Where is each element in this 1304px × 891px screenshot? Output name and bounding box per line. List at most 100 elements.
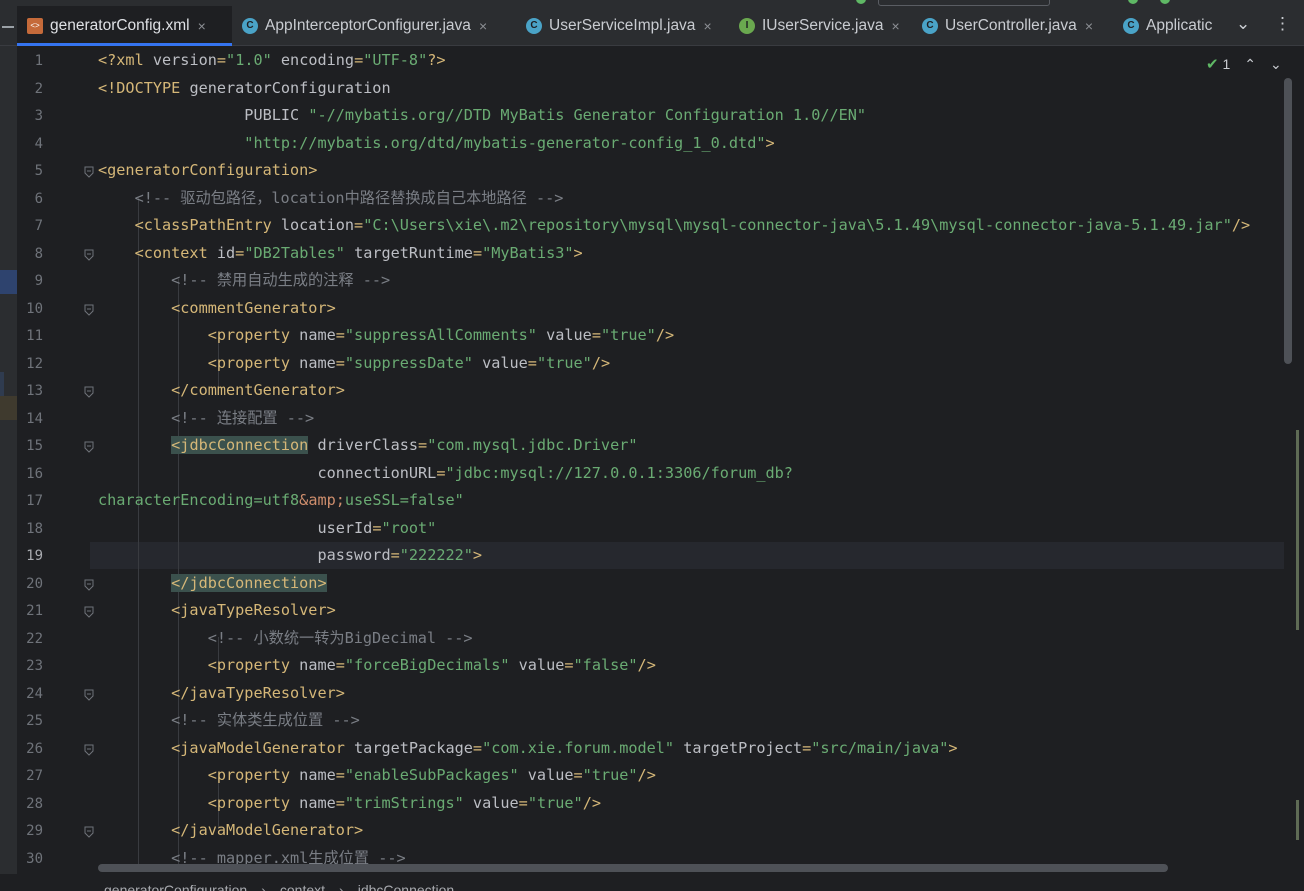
chevron-down-icon[interactable]: ⌄	[1236, 14, 1250, 34]
code-line[interactable]: <classPathEntry location="C:\Users\xie\.…	[98, 212, 1251, 239]
code-line[interactable]: characterEncoding=utf8&amp;useSSL=false"	[98, 487, 464, 514]
code-line[interactable]: <javaModelGenerator targetPackage="com.x…	[98, 735, 957, 762]
code-line[interactable]: <property name="suppressAllComments" val…	[98, 322, 674, 349]
java-class-icon: C	[1123, 17, 1139, 34]
code-line[interactable]: <property name="enableSubPackages" value…	[98, 762, 656, 789]
code-line[interactable]: </commentGenerator>	[98, 377, 345, 404]
code-line[interactable]: <!-- 禁用自动生成的注释 -->	[98, 267, 390, 294]
close-icon[interactable]: ×	[479, 18, 487, 34]
close-icon[interactable]: ×	[703, 18, 711, 34]
line-number: 15	[26, 438, 43, 454]
code-line[interactable]: <property name="forceBigDecimals" value=…	[98, 652, 656, 679]
code-token: <jdbcConnection	[171, 436, 309, 454]
tab-usercontroller-java[interactable]: C UserController.java ×	[912, 6, 1113, 45]
vcs-icon[interactable]	[856, 0, 866, 4]
line-number: 5	[34, 163, 43, 179]
tab-userserviceimpl-java[interactable]: C UserServiceImpl.java ×	[516, 6, 729, 45]
code-token: "com.mysql.jdbc.Driver"	[427, 436, 638, 454]
code-line[interactable]: <!-- 实体类生成位置 -->	[98, 707, 360, 734]
code-line[interactable]: <javaTypeResolver>	[98, 597, 336, 624]
code-token: name	[299, 326, 336, 344]
line-number: 27	[26, 768, 43, 784]
code-token: "trimStrings"	[344, 793, 464, 812]
code-line[interactable]: <generatorConfiguration>	[98, 157, 317, 184]
code-line[interactable]: <!DOCTYPE generatorConfiguration	[98, 75, 391, 102]
code-token: <!-- 实体类生成位置 -->	[98, 711, 360, 729]
code-line[interactable]: </javaTypeResolver>	[98, 680, 345, 707]
code-token: <generatorConfiguration>	[98, 161, 318, 179]
tab-appinterceptorconfigurer-java[interactable]: C AppInterceptorConfigurer.java ×	[232, 6, 515, 45]
java-interface-icon: I	[739, 17, 755, 34]
tab-label: UserServiceImpl.java	[549, 16, 696, 34]
code-line[interactable]: <?xml version="1.0" encoding="UTF-8"?>	[98, 47, 446, 74]
next-highlight-icon[interactable]: ⌄	[1270, 56, 1282, 73]
code-line[interactable]: <jdbcConnection driverClass="com.mysql.j…	[98, 432, 638, 459]
horizontal-scrollbar-thumb[interactable]	[98, 864, 1168, 872]
tab-label: IUserService.java	[762, 16, 884, 34]
code-line[interactable]: PUBLIC "-//mybatis.org//DTD MyBatis Gene…	[98, 102, 866, 129]
code-token: =	[235, 243, 245, 262]
run-icon[interactable]	[1160, 0, 1170, 4]
code-line[interactable]: <!-- 连接配置 -->	[98, 405, 314, 432]
code-token: "suppressDate"	[344, 353, 473, 372]
line-number-gutter[interactable]: 1 2 3 4 5 6 7 8 9 10 11 12 13 14 15 16 17 18 19 20 21 22 23 24 2…	[17, 46, 94, 868]
code-token: "root"	[381, 518, 437, 537]
code-token: value	[463, 793, 519, 812]
code-token: <classPathEntry	[98, 216, 281, 234]
more-actions-icon[interactable]: ⋮	[1274, 14, 1291, 34]
code-token: =	[216, 51, 227, 69]
code-line[interactable]: <property name="trimStrings" value="true…	[98, 790, 601, 817]
tab-iuserservice-java[interactable]: I IUserService.java ×	[729, 6, 912, 45]
code-token: />	[1231, 216, 1251, 234]
selected-tree-row[interactable]	[0, 270, 17, 294]
code-token: name	[299, 766, 336, 784]
project-panel-collapse[interactable]	[0, 6, 17, 45]
code-token: <!DOCTYPE	[98, 78, 190, 97]
code-token: />	[655, 326, 675, 344]
close-icon[interactable]: ×	[198, 18, 206, 34]
code-line[interactable]: <property name="suppressDate" value="tru…	[98, 350, 610, 377]
line-number: 11	[26, 328, 43, 344]
check-icon: ✔	[1206, 56, 1219, 73]
code-line[interactable]: <!-- 驱动包路径，location中路径替换成自己本地路径 -->	[98, 185, 564, 212]
code-line[interactable]: "http://mybatis.org/dtd/mybatis-generato…	[98, 130, 774, 157]
code-line[interactable]: password="222222">	[98, 542, 482, 569]
tree-row-highlight[interactable]	[0, 396, 17, 420]
breadcrumb-item[interactable]: jdbcConnection	[358, 882, 455, 891]
tab-applicatic[interactable]: C Applicatic	[1113, 6, 1233, 45]
code-line[interactable]: </javaModelGenerator>	[98, 817, 363, 844]
breadcrumb-item[interactable]: generatorConfiguration	[104, 882, 247, 891]
project-panel-edge	[0, 46, 17, 891]
close-icon[interactable]: ×	[1085, 18, 1093, 34]
inspection-widget[interactable]: ✔ 1 ⌃ ⌄	[1206, 54, 1282, 74]
code-line[interactable]: <!-- 小数统一转为BigDecimal -->	[98, 625, 473, 652]
code-line[interactable]: <context id="DB2Tables" targetRuntime="M…	[98, 240, 583, 267]
line-number: 29	[26, 823, 43, 839]
code-line[interactable]: connectionURL="jdbc:mysql://127.0.0.1:33…	[98, 460, 793, 487]
debug-icon[interactable]	[1128, 0, 1138, 4]
line-number: 14	[26, 410, 43, 427]
line-number: 10	[26, 300, 43, 317]
code-token: =	[335, 793, 345, 812]
code-token: =	[527, 353, 537, 372]
breadcrumb-item[interactable]: context	[280, 882, 325, 891]
close-icon[interactable]: ×	[891, 18, 899, 34]
inspection-status[interactable]: ✔ 1	[1206, 55, 1230, 73]
code-line[interactable]: userId="root"	[98, 515, 436, 542]
code-token: ?>	[427, 51, 446, 69]
code-token: =	[802, 738, 812, 757]
inspection-count: 1	[1222, 56, 1231, 72]
previous-highlight-icon[interactable]: ⌃	[1244, 56, 1256, 73]
code-token: "jdbc:mysql://127.0.0.1:3306/forum_db?	[445, 463, 793, 482]
tab-label: AppInterceptorConfigurer.java	[265, 16, 471, 34]
vertical-scrollbar-thumb[interactable]	[1284, 78, 1292, 364]
tab-generatorconfig-xml[interactable]: <> generatorConfig.xml ×	[17, 6, 232, 46]
code-token: name	[299, 656, 336, 674]
code-line[interactable]: <commentGenerator>	[98, 295, 336, 322]
line-number: 4	[34, 135, 43, 152]
code-token: <!-- 小数统一转为BigDecimal -->	[98, 628, 473, 647]
code-editor[interactable]: <?xml version="1.0" encoding="UTF-8"?> <!…	[90, 46, 1284, 868]
code-line[interactable]: </jdbcConnection>	[98, 570, 327, 597]
code-token: "MyBatis3"	[482, 243, 574, 262]
